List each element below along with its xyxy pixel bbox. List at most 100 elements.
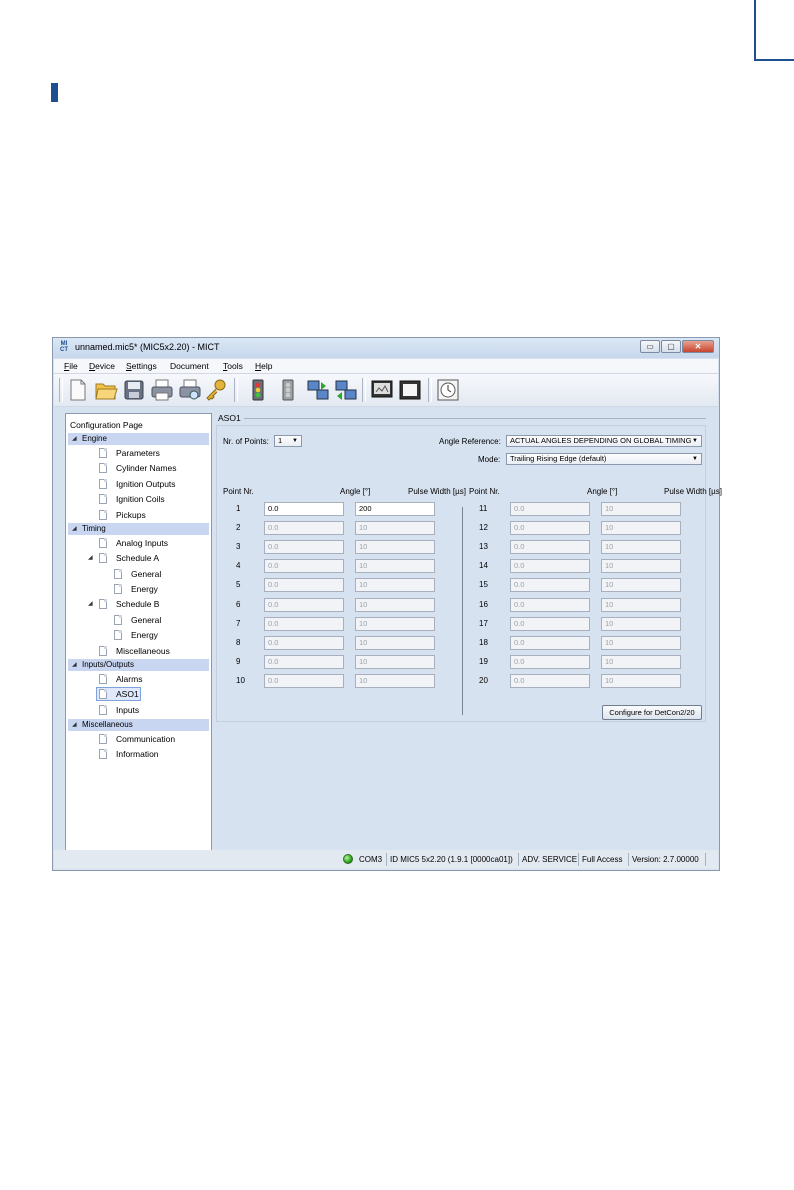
angle-input[interactable]: 0.0 xyxy=(510,559,590,574)
tree-item-alarms[interactable]: Alarms xyxy=(116,673,142,685)
pulse-width-input[interactable]: 10 xyxy=(355,654,435,669)
pulse-width-input[interactable]: 10 xyxy=(601,597,681,612)
pulse-width-input[interactable]: 10 xyxy=(601,521,681,536)
download-icon[interactable] xyxy=(334,378,358,402)
save-icon[interactable] xyxy=(122,378,146,402)
pulse-width-input[interactable]: 10 xyxy=(355,635,435,650)
angle-input[interactable]: 0.0 xyxy=(264,521,344,536)
tree-item-analog-inputs[interactable]: Analog Inputs xyxy=(116,537,168,549)
upload-icon[interactable] xyxy=(306,378,330,402)
angle-input[interactable]: 0.0 xyxy=(264,635,344,650)
pulse-width-input[interactable]: 10 xyxy=(601,654,681,669)
menu-settings[interactable]: Settings xyxy=(126,361,157,371)
collapse-arrow-icon[interactable]: ◢ xyxy=(88,554,93,561)
pulse-width-input[interactable]: 10 xyxy=(601,502,681,516)
tree-item-aso1[interactable]: ASO1 xyxy=(116,688,139,700)
monitor-icon[interactable] xyxy=(370,378,394,402)
point-number: 13 xyxy=(479,542,488,552)
print-icon[interactable] xyxy=(150,378,174,402)
tree-item-schedule-a[interactable]: Schedule A xyxy=(116,552,159,564)
status-mode: ADV. SERVICE xyxy=(522,855,578,864)
pulse-width-input[interactable]: 10 xyxy=(355,616,435,631)
angle-input[interactable]: 0.0 xyxy=(510,502,590,516)
toolbar-separator xyxy=(428,378,432,402)
tree-category-timing[interactable]: ◢ Timing xyxy=(68,523,209,535)
device-on-icon[interactable] xyxy=(246,378,270,402)
new-document-icon[interactable] xyxy=(66,378,90,402)
menu-help[interactable]: Help xyxy=(255,361,272,371)
pulse-width-input[interactable]: 10 xyxy=(355,673,435,688)
tree-category-inputs-outputs[interactable]: ◢ Inputs/Outputs xyxy=(68,659,209,671)
open-folder-icon[interactable] xyxy=(94,378,118,402)
close-button[interactable]: ✕ xyxy=(682,340,714,353)
menu-device[interactable]: Device xyxy=(89,361,115,371)
angle-input[interactable]: 0.0 xyxy=(510,616,590,631)
window-icon[interactable] xyxy=(398,378,422,402)
angle-input[interactable]: 0.0 xyxy=(264,597,344,612)
tree-item-information[interactable]: Information xyxy=(116,748,159,760)
pulse-width-input[interactable]: 10 xyxy=(601,578,681,593)
collapse-arrow-icon[interactable]: ◢ xyxy=(88,600,93,607)
key-icon[interactable] xyxy=(204,378,228,402)
maximize-button[interactable]: ▢ xyxy=(661,340,681,353)
angle-input[interactable]: 0.0 xyxy=(264,654,344,669)
angle-input[interactable]: 0.0 xyxy=(510,521,590,536)
tree-category-engine[interactable]: ◢ Engine xyxy=(68,433,209,445)
pulse-width-input[interactable]: 10 xyxy=(355,578,435,593)
angle-input[interactable]: 0.0 xyxy=(510,654,590,669)
point-number: 5 xyxy=(236,580,241,590)
angle-input[interactable]: 0.0 xyxy=(264,502,344,516)
pulse-width-input[interactable]: 200 xyxy=(355,502,435,516)
pulse-width-input[interactable]: 10 xyxy=(355,559,435,574)
tree-item-communication[interactable]: Communication xyxy=(116,733,175,745)
pulse-width-input[interactable]: 10 xyxy=(601,540,681,555)
pulse-width-input[interactable]: 10 xyxy=(601,559,681,574)
collapse-arrow-icon[interactable]: ◢ xyxy=(72,719,77,731)
angle-input[interactable]: 0.0 xyxy=(510,540,590,555)
device-off-icon[interactable] xyxy=(276,378,300,402)
tree-item-schedule-b-energy[interactable]: Energy xyxy=(131,629,158,641)
menu-tools[interactable]: Tools xyxy=(223,361,243,371)
angle-reference-select[interactable]: ACTUAL ANGLES DEPENDING ON GLOBAL TIMING… xyxy=(506,435,702,447)
menu-file[interactable]: File xyxy=(64,361,78,371)
status-separator xyxy=(578,853,579,866)
print-preview-icon[interactable] xyxy=(178,378,202,402)
collapse-arrow-icon[interactable]: ◢ xyxy=(72,523,77,535)
clock-icon[interactable] xyxy=(436,378,460,402)
pulse-width-input[interactable]: 10 xyxy=(601,616,681,631)
pulse-width-input[interactable]: 10 xyxy=(355,597,435,612)
angle-input[interactable]: 0.0 xyxy=(264,540,344,555)
angle-input[interactable]: 0.0 xyxy=(510,578,590,593)
angle-input[interactable]: 0.0 xyxy=(264,559,344,574)
tree-item-schedule-b-general[interactable]: General xyxy=(131,614,161,626)
pulse-width-input[interactable]: 10 xyxy=(601,673,681,688)
collapse-arrow-icon[interactable]: ◢ xyxy=(72,433,77,445)
configure-detcon-button[interactable]: Configure for DetCon2/20 xyxy=(602,705,702,720)
tree-item-ignition-outputs[interactable]: Ignition Outputs xyxy=(116,478,176,490)
angle-input[interactable]: 0.0 xyxy=(510,597,590,612)
tree-item-parameters[interactable]: Parameters xyxy=(116,447,160,459)
tree-item-schedule-a-energy[interactable]: Energy xyxy=(131,583,158,595)
tree-item-inputs[interactable]: Inputs xyxy=(116,704,139,716)
minimize-button[interactable]: ▭ xyxy=(640,340,660,353)
tree-item-cylinder-names[interactable]: Cylinder Names xyxy=(116,462,176,474)
angle-input[interactable]: 0.0 xyxy=(510,635,590,650)
angle-input[interactable]: 0.0 xyxy=(264,616,344,631)
pulse-width-input[interactable]: 10 xyxy=(355,521,435,536)
status-port: COM3 xyxy=(359,855,383,864)
pulse-width-input[interactable]: 10 xyxy=(601,635,681,650)
angle-input[interactable]: 0.0 xyxy=(264,578,344,593)
nr-points-select[interactable]: 1 ▼ xyxy=(274,435,302,447)
collapse-arrow-icon[interactable]: ◢ xyxy=(72,659,77,671)
menu-document[interactable]: Document xyxy=(170,361,209,371)
pulse-width-input[interactable]: 10 xyxy=(355,540,435,555)
tree-item-schedule-a-general[interactable]: General xyxy=(131,568,161,580)
tree-item-timing-miscellaneous[interactable]: Miscellaneous xyxy=(116,645,170,657)
mode-select[interactable]: Trailing Rising Edge (default) ▼ xyxy=(506,453,702,465)
angle-input[interactable]: 0.0 xyxy=(264,673,344,688)
tree-category-miscellaneous[interactable]: ◢ Miscellaneous xyxy=(68,719,209,731)
angle-input[interactable]: 0.0 xyxy=(510,673,590,688)
tree-item-pickups[interactable]: Pickups xyxy=(116,509,146,521)
tree-item-schedule-b[interactable]: Schedule B xyxy=(116,598,159,610)
tree-item-ignition-coils[interactable]: Ignition Coils xyxy=(116,493,165,505)
